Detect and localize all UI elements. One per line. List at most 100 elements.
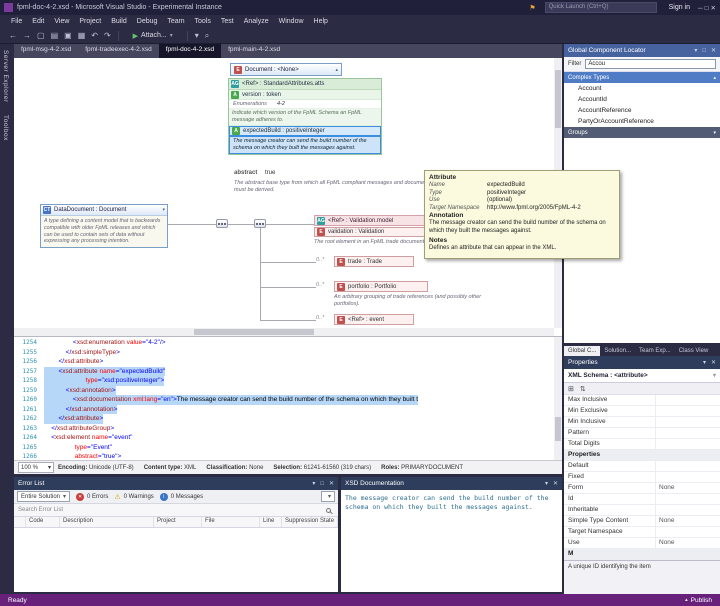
property-row[interactable]: Min Inclusive — [564, 417, 720, 428]
sequence-connector-icon[interactable] — [216, 219, 228, 228]
code-line[interactable]: 1257 <xsd:attribute name="expectedBuild" — [14, 367, 552, 377]
tree-item[interactable]: AccountId — [564, 94, 720, 105]
save-icon[interactable]: ▣ — [64, 31, 72, 40]
attach-button[interactable]: ▶ Attach... ▾ — [129, 31, 177, 41]
property-row[interactable]: Pattern — [564, 428, 720, 439]
property-category[interactable]: Properties — [564, 450, 720, 461]
open-file-icon[interactable]: ▤ — [51, 31, 59, 40]
property-row[interactable]: Fixed — [564, 472, 720, 483]
property-value[interactable] — [656, 406, 720, 416]
notifications-flag-icon[interactable]: ⚑ — [529, 4, 535, 12]
code-line[interactable]: 1266 abstract="true"> — [14, 452, 552, 460]
validation-element[interactable]: E validation : Validation — [314, 227, 436, 237]
tree-section-groups[interactable]: Groups▾ — [564, 127, 720, 138]
maximize-icon[interactable]: □ — [702, 48, 706, 54]
property-row[interactable]: Target Namespace — [564, 527, 720, 538]
property-value[interactable] — [656, 417, 720, 427]
property-value[interactable] — [656, 527, 720, 537]
property-value[interactable] — [656, 494, 720, 504]
code-line[interactable]: 1261 </xsd:annotation> — [14, 405, 552, 415]
designer-horizontal-scrollbar[interactable] — [14, 328, 554, 336]
solution-configurations-icon[interactable]: ▾ — [195, 31, 199, 40]
property-row[interactable]: Inheritable — [564, 505, 720, 516]
property-value[interactable]: None — [656, 483, 720, 493]
code-line[interactable]: 1258 type="xsd:positiveInteger"> — [14, 376, 552, 386]
find-icon[interactable]: ⌕ — [205, 31, 209, 40]
window-position-icon[interactable]: ▾ — [312, 481, 315, 487]
doc-tab[interactable]: fpml-main-4-2.xsd — [221, 44, 287, 58]
error-column-header[interactable]: Project — [154, 517, 202, 527]
save-all-icon[interactable]: ▦ — [78, 31, 86, 40]
redo-icon[interactable]: ↷ — [104, 31, 111, 40]
sign-in-link[interactable]: Sign in — [669, 4, 690, 11]
property-value[interactable] — [656, 505, 720, 515]
warnings-filter-button[interactable]: ⚠ 0 Warnings — [114, 493, 153, 501]
xsd-doc-header[interactable]: XSD Documentation ▾✕ — [341, 477, 562, 490]
property-row[interactable]: Id — [564, 494, 720, 505]
code-line[interactable]: 1265 type="Event" — [14, 443, 552, 453]
filter-input[interactable]: Accou — [585, 59, 716, 69]
property-value[interactable] — [656, 439, 720, 449]
close-icon[interactable]: ✕ — [711, 360, 716, 366]
menu-project[interactable]: Project — [74, 18, 106, 25]
error-column-header[interactable] — [14, 517, 26, 527]
attribute-expectedbuild[interactable]: A expectedBuild : positiveInteger — [229, 126, 381, 136]
designer-document-node[interactable]: E Document : <None> ▴ — [230, 63, 342, 76]
menu-window[interactable]: Window — [274, 18, 309, 25]
property-row[interactable]: FormNone — [564, 483, 720, 494]
editor-vertical-scrollbar[interactable] — [554, 337, 562, 460]
zoom-control[interactable]: 100 % ▾ — [18, 462, 54, 473]
scrollbar-thumb[interactable] — [555, 417, 561, 441]
collapse-icon[interactable]: ▴ — [713, 75, 716, 81]
property-row[interactable]: Total Digits — [564, 439, 720, 450]
panel-tab[interactable]: Global C... — [564, 346, 600, 356]
error-list-body[interactable] — [14, 528, 338, 592]
error-column-header[interactable]: File — [202, 517, 260, 527]
window-position-icon[interactable]: ▾ — [545, 481, 548, 487]
categorized-icon[interactable]: ⊞ — [568, 385, 574, 393]
tree-section-complex-types[interactable]: Complex Types▴ — [564, 72, 720, 83]
chevron-down-icon[interactable]: ▾ — [158, 207, 165, 213]
quick-launch-input[interactable]: Quick Launch (Ctrl+Q) — [545, 2, 657, 13]
tree-item[interactable]: PartyOrAccountReference — [564, 116, 720, 127]
panel-tab[interactable]: Class View — [675, 346, 713, 356]
property-value[interactable] — [656, 461, 720, 471]
error-column-header[interactable]: Line — [260, 517, 282, 527]
scrollbar-thumb[interactable] — [555, 70, 561, 128]
error-column-header[interactable]: Suppression State — [282, 517, 338, 527]
validation-model-ref[interactable]: AG <Ref> : Validation.model — [314, 215, 436, 226]
minimize-button[interactable]: ─ — [698, 5, 703, 12]
maximize-icon[interactable]: □ — [320, 481, 324, 487]
back-icon[interactable]: ← — [9, 31, 17, 40]
errorlist-filter-dropdown[interactable]: ▾ — [321, 491, 335, 502]
tool-tab-toolbox[interactable]: Toolbox — [0, 109, 11, 147]
attribute-version[interactable]: A version : token — [229, 90, 381, 100]
error-list-header[interactable]: Error List ▾□✕ — [14, 477, 338, 490]
close-icon[interactable]: ✕ — [711, 48, 716, 54]
properties-header[interactable]: Properties ▾✕ — [564, 356, 720, 369]
datadocument-node[interactable]: CT DataDocument : Document ▾ A type defi… — [40, 204, 168, 248]
code-line[interactable]: 1262 </xsd:attribute> — [14, 414, 552, 424]
title-bar[interactable]: fpml-doc-4-2.xsd - Microsoft Visual Stud… — [0, 0, 720, 15]
property-row[interactable]: UseNone — [564, 538, 720, 549]
publish-button[interactable]: ▴ Publish — [685, 597, 712, 604]
messages-filter-button[interactable]: i 0 Messages — [160, 493, 203, 501]
menu-test[interactable]: Test — [216, 18, 239, 25]
gcl-header[interactable]: Global Component Locator ▾□✕ — [564, 44, 720, 57]
close-icon[interactable]: ✕ — [329, 481, 334, 487]
property-object-dropdown[interactable]: XML Schema : <attribute> ▾ — [564, 369, 720, 383]
menu-team[interactable]: Team — [162, 18, 189, 25]
panel-tab[interactable]: Solution... — [600, 346, 635, 356]
property-row[interactable]: Min Exclusive — [564, 406, 720, 417]
menu-help[interactable]: Help — [309, 18, 333, 25]
property-row[interactable]: Max Inclusive — [564, 395, 720, 406]
code-line[interactable]: 1259 <xsd:annotation> — [14, 386, 552, 396]
property-category[interactable]: M — [564, 549, 720, 560]
xml-editor[interactable]: 1254 <xsd:enumeration value="4-2"/>1255 … — [14, 336, 562, 460]
menu-edit[interactable]: Edit — [27, 18, 49, 25]
undo-icon[interactable]: ↶ — [91, 31, 98, 40]
tree-item[interactable]: Account — [564, 83, 720, 94]
attributes-panel[interactable]: AG <Ref> : StandardAttributes.atts A ver… — [228, 78, 382, 155]
code-line[interactable]: 1264 <xsd:element name="event" — [14, 433, 552, 443]
errors-filter-button[interactable]: ✕ 0 Errors — [76, 493, 108, 501]
